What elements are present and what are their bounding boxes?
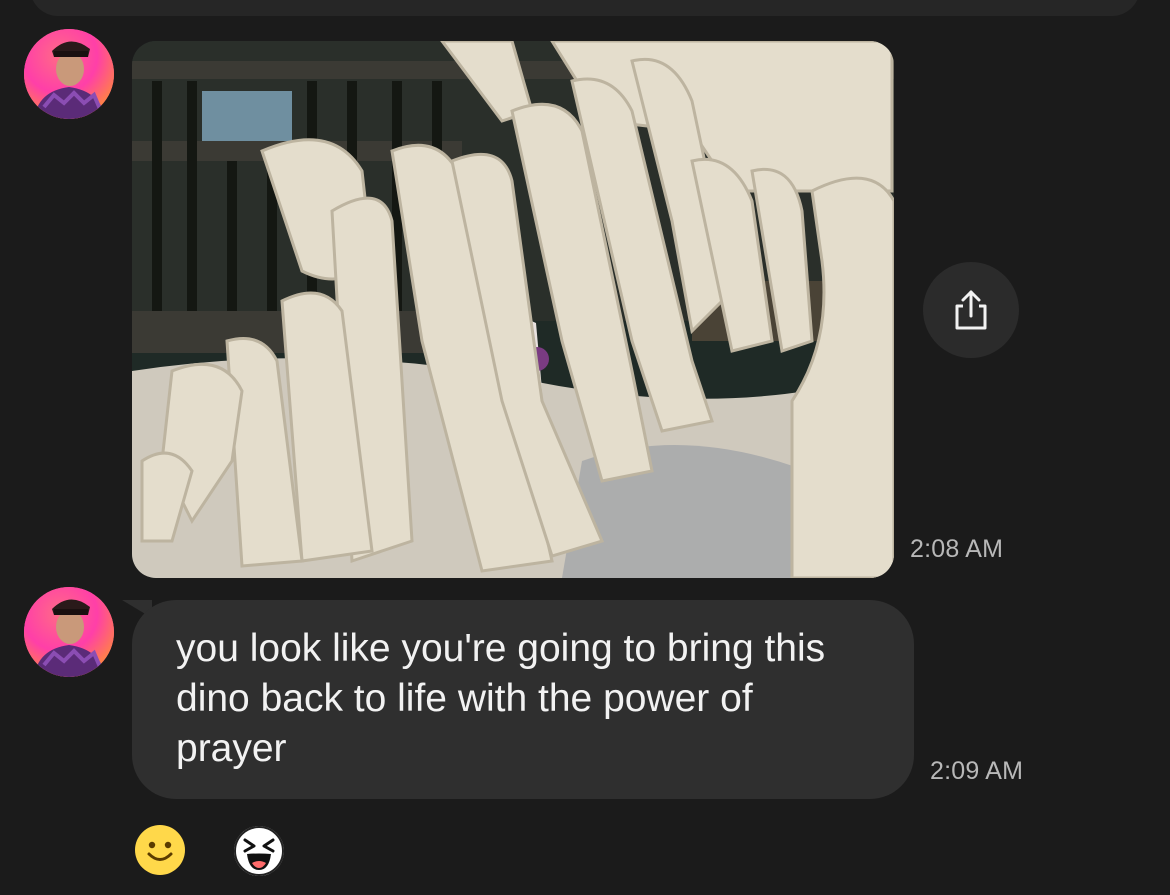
shared-photo[interactable] [132,41,894,578]
reaction-smile[interactable] [134,824,186,876]
avatar-icon [24,587,114,677]
photo-icon [132,41,894,578]
chat-thread: 2:08 AM you look like you're going to br… [0,0,1170,895]
reaction-laugh[interactable] [233,825,285,877]
avatar-icon [24,29,114,119]
message-timestamp: 2:08 AM [910,535,1004,563]
previous-message-bubble[interactable] [30,0,1140,16]
message-text: you look like you're going to bring this… [176,627,826,770]
laughing-face-icon [234,826,284,876]
message-timestamp: 2:09 AM [930,757,1024,785]
share-button[interactable] [923,262,1019,358]
message-bubble[interactable]: you look like you're going to bring this… [132,600,914,799]
slightly-smiling-face-icon [135,825,185,875]
sender-avatar[interactable] [24,29,114,119]
sender-avatar[interactable] [24,587,114,677]
share-icon [955,290,987,330]
